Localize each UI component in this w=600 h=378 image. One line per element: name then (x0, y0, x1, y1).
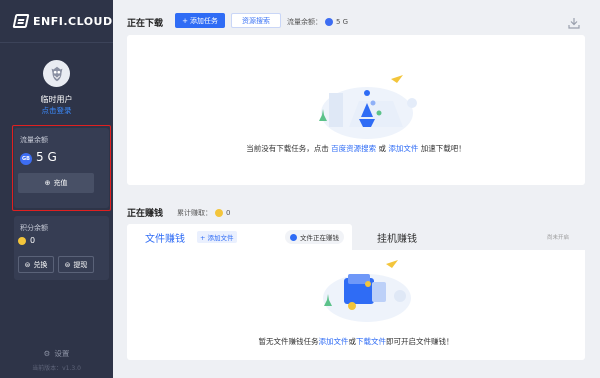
tab-file-earning[interactable]: 文件赚钱 + 添加文件 文件正在赚钱 (127, 224, 352, 250)
coin-icon (18, 236, 26, 245)
avatar[interactable] (43, 60, 70, 87)
earning-empty-message: 暂无文件赚钱任务添加文件或下载文件即可开启文件赚钱！ (127, 336, 585, 347)
points-balance-card: 积分余额 0 ⊜ 兑换 ⊜ 提现 (14, 216, 109, 280)
empty-mid: 或 (378, 144, 387, 153)
empty-prefix: 当前没有下载任务，点击 (246, 144, 329, 153)
downloads-panel: 当前没有下载任务，点击 百度资源搜索 或 添加文件 加速下载吧！ (127, 35, 585, 185)
exchange-icon: ⊜ (24, 260, 31, 269)
owl-avatar-icon (51, 66, 62, 81)
add-task-label: 添加任务 (189, 16, 218, 25)
empty-suffix: 即可开启文件赚钱！ (386, 337, 454, 346)
add-file-link[interactable]: 添加文件 (319, 337, 349, 346)
main-content: 正在下载 + 添加任务 资源搜索 流量余额： 5 G 当前没有下载任务，点击 百… (113, 0, 600, 378)
empty-downloads-illustration-icon (319, 75, 417, 139)
earned-label: 累计赚取： (177, 209, 212, 217)
flow-meta-value: 5 G (336, 18, 349, 26)
gb-mini-icon (325, 18, 333, 26)
status-badge: 文件正在赚钱 (285, 230, 344, 244)
gear-icon: ⚙ (43, 349, 51, 358)
earned-value: 0 (226, 209, 231, 217)
version-text: 当前版本：v1.3.0 (32, 365, 81, 372)
empty-mid: 或 (348, 337, 357, 346)
earning-panel: 文件赚钱 + 添加文件 文件正在赚钱 挂机赚钱 尚未开启 暂无文件赚钱任务添加文… (127, 224, 585, 360)
settings-button[interactable]: ⚙ 设置 (0, 348, 113, 359)
download-file-link[interactable]: 下载文件 (356, 337, 386, 346)
add-file-link[interactable]: 添加文件 (388, 144, 418, 153)
brand-logo[interactable]: ENFI.CLOUD (0, 0, 113, 28)
earned-meta: 累计赚取： 0 (177, 208, 230, 218)
login-link[interactable]: 点击登录 (0, 105, 113, 116)
empty-suffix: 加速下载吧！ (420, 144, 466, 153)
withdraw-label: 提现 (73, 260, 88, 269)
resource-search-button[interactable]: 资源搜索 (231, 13, 281, 28)
tab-file-earning-label: 文件赚钱 (145, 234, 185, 245)
coin-icon (215, 209, 223, 217)
withdraw-icon: ⊜ (64, 260, 71, 269)
highlight-outline (12, 125, 111, 211)
points-balance-label: 积分余额 (20, 224, 48, 232)
withdraw-button[interactable]: ⊜ 提现 (58, 256, 94, 273)
exchange-label: 兑换 (33, 260, 48, 269)
add-file-button[interactable]: + 添加文件 (197, 231, 237, 243)
plus-icon: + (182, 16, 188, 25)
earning-tabs: 文件赚钱 + 添加文件 文件正在赚钱 挂机赚钱 尚未开启 (127, 224, 585, 250)
enfi-logo-icon (12, 14, 30, 28)
flow-meta-label: 流量余额： (287, 18, 322, 26)
downloads-empty-message: 当前没有下载任务，点击 百度资源搜索 或 添加文件 加速下载吧！ (127, 143, 585, 154)
empty-earning-illustration-icon (323, 260, 411, 322)
user-name: 临时用户 (40, 95, 73, 104)
not-open-label: 尚未开启 (547, 235, 570, 241)
downloading-title: 正在下载 (127, 19, 164, 29)
points-balance-value: 0 (30, 236, 36, 245)
baidu-search-link[interactable]: 百度资源搜索 (331, 144, 376, 153)
sidebar: ENFI.CLOUD 临时用户 点击登录 流量余额 GB 5 G ⊕ 充值 积分… (0, 0, 113, 378)
settings-label: 设置 (54, 349, 70, 358)
flow-meta: 流量余额： 5 G (287, 17, 348, 27)
earning-title: 正在赚钱 (127, 209, 164, 219)
exchange-button[interactable]: ⊜ 兑换 (18, 256, 54, 273)
add-task-button[interactable]: + 添加任务 (175, 13, 225, 28)
brand-name: ENFI.CLOUD (33, 14, 113, 28)
empty-prefix: 暂无文件赚钱任务 (258, 337, 319, 346)
download-icon[interactable] (568, 17, 580, 29)
divider (0, 42, 113, 43)
status-badge-label: 文件正在赚钱 (300, 234, 339, 242)
status-dot-icon (290, 233, 297, 241)
points-row: 0 (18, 236, 35, 245)
tab-hang-earning[interactable]: 挂机赚钱 (377, 230, 417, 245)
